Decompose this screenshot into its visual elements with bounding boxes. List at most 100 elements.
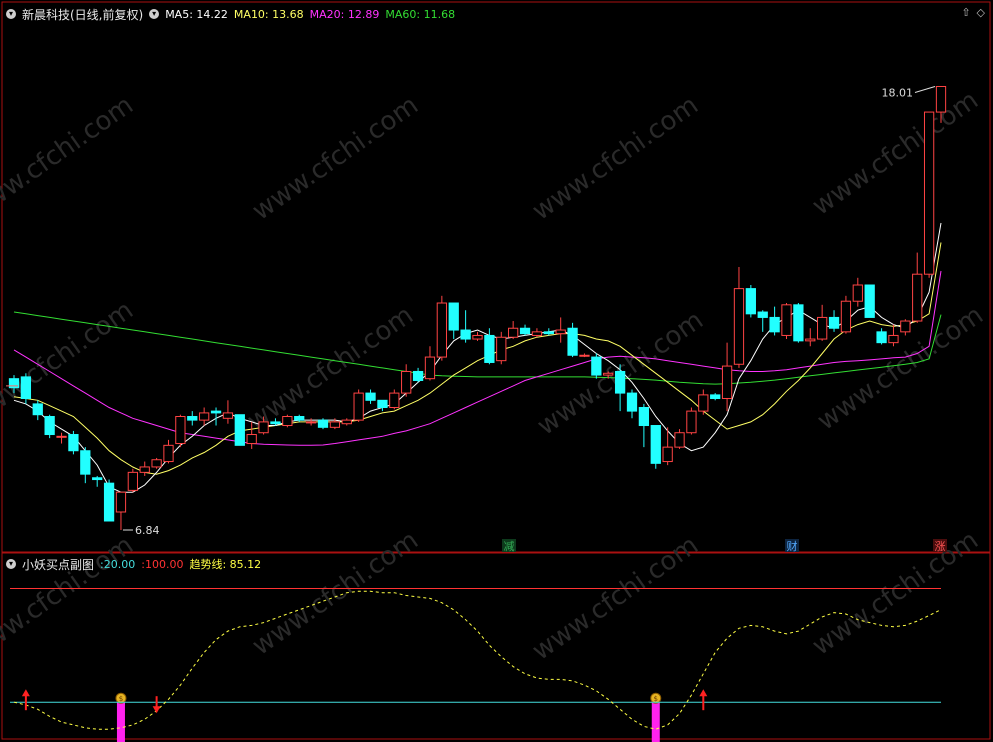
- candle: [674, 429, 685, 449]
- candle: [567, 322, 578, 358]
- ma60-label: MA60:: [385, 7, 421, 21]
- diamond-icon[interactable]: ◇: [977, 6, 985, 19]
- watermark-text: www.cfchi.com: [527, 530, 704, 666]
- candle: [365, 389, 376, 404]
- candle-body: [175, 416, 186, 445]
- candle-body: [864, 284, 875, 318]
- watermark-text: www.cfchi.com: [0, 90, 139, 226]
- candle: [888, 324, 899, 347]
- high-price-label: 18.01: [882, 86, 914, 99]
- sub-chart-header: ▾ 小妖买点副图 :20.00 :100.00 趋势线: 85.12: [6, 556, 261, 572]
- candle-body: [923, 111, 935, 275]
- candle: [353, 389, 364, 422]
- ma10-line: [13, 242, 942, 475]
- candle: [662, 427, 673, 466]
- candle-body: [294, 416, 305, 421]
- candle-body: [686, 410, 697, 434]
- candle-body: [448, 302, 459, 331]
- candle-body: [20, 376, 32, 399]
- candle: [531, 328, 543, 338]
- candle-body: [508, 327, 519, 338]
- candle-body: [519, 327, 531, 335]
- candle: [389, 389, 400, 410]
- candle: [817, 304, 828, 341]
- candle: [757, 310, 768, 332]
- candle: [401, 364, 412, 397]
- ma10-label: MA10:: [233, 7, 269, 21]
- candle-body: [460, 329, 471, 340]
- candle: [282, 414, 293, 428]
- candle-body: [234, 414, 245, 446]
- candle-body: [44, 416, 55, 436]
- candle-body: [591, 356, 602, 376]
- ma60-value: 11.68: [423, 7, 456, 21]
- main-chart-header: ▾ 新晨科技(日线,前复权) ▾ MA5: 14.22 MA10: 13.68 …: [6, 6, 455, 22]
- candle-body: [840, 300, 852, 333]
- trend-line: [13, 590, 942, 730]
- candle-body: [733, 288, 745, 365]
- candle-body: [32, 403, 43, 416]
- arrow-up-icon[interactable]: ⇧: [961, 6, 970, 19]
- ma5-line: [13, 222, 942, 493]
- candle-body: [626, 392, 638, 412]
- candle-body: [472, 334, 483, 340]
- candle: [508, 321, 519, 340]
- candle: [448, 302, 459, 340]
- candle: [519, 324, 531, 336]
- window-corner-controls: ⇧ ◇: [961, 6, 985, 19]
- arrow-head: [699, 689, 708, 697]
- candle: [638, 403, 650, 448]
- candle: [139, 461, 150, 476]
- candle: [341, 418, 352, 426]
- ma60-readout: MA60: 11.68: [385, 8, 455, 21]
- candle: [769, 306, 780, 336]
- candle: [199, 407, 210, 426]
- candle: [412, 367, 424, 383]
- candle: [721, 342, 733, 412]
- candle-body: [531, 331, 543, 336]
- watermark-text: www.cfchi.com: [807, 85, 984, 221]
- candle: [781, 303, 792, 340]
- event-marker: 减: [502, 539, 516, 553]
- candle-body: [852, 284, 863, 302]
- candle: [626, 389, 638, 419]
- watermark-text: www.cfchi.com: [242, 300, 419, 436]
- candle: [222, 400, 234, 424]
- candle: [900, 319, 911, 336]
- candle: [32, 400, 43, 421]
- candle-body: [210, 410, 222, 414]
- candle-body: [222, 412, 234, 419]
- candle-body: [828, 316, 840, 329]
- chevron-down-icon[interactable]: ▾: [149, 9, 160, 19]
- candle: [187, 411, 198, 426]
- chevron-down-icon[interactable]: ▾: [6, 559, 16, 569]
- candle: [103, 479, 115, 522]
- candle-body: [127, 471, 138, 491]
- candle-body: [555, 329, 566, 335]
- candle: [92, 475, 103, 487]
- chevron-down-icon[interactable]: ▾: [6, 9, 16, 19]
- ma10-readout: MA10: 13.68: [234, 8, 304, 21]
- candle-body: [484, 334, 495, 363]
- arrow-down-icon: [152, 696, 161, 714]
- ma20-value: 12.89: [347, 7, 380, 21]
- candle-body: [115, 491, 127, 513]
- buy-bar: [116, 702, 125, 742]
- candle: [614, 364, 626, 412]
- candle: [317, 418, 329, 430]
- candle: [912, 252, 923, 323]
- candle-body: [270, 421, 281, 425]
- candle-body: [674, 432, 685, 448]
- candle-body: [496, 336, 507, 362]
- candle-body: [103, 482, 115, 522]
- high-arrow-line: [914, 86, 936, 93]
- low-price-label: 6.84: [135, 524, 160, 537]
- candle-body: [900, 320, 911, 333]
- candle-body: [876, 331, 887, 344]
- trend-line-value: 85.12: [229, 558, 262, 571]
- candle-body: [412, 370, 424, 381]
- candle-body: [614, 370, 626, 394]
- stock-chart: www.cfchi.com www.cfchi.com www.cfchi.com w…: [0, 1, 991, 742]
- event-marker: 涨: [933, 539, 947, 553]
- event-marker-text: 涨: [935, 540, 946, 553]
